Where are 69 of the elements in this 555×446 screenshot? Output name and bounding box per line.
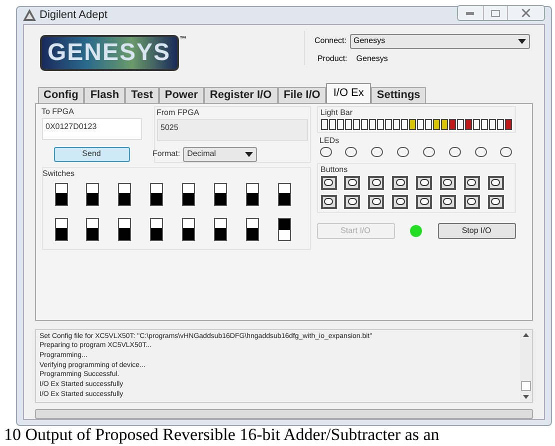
toggle-switch[interactable] [182,218,195,240]
push-button[interactable] [392,194,408,208]
toggle-switch[interactable] [150,218,164,240]
product-label: Product: [317,52,348,64]
toggle-switch[interactable] [118,218,132,240]
connect-dropdown[interactable]: Genesys [350,34,530,48]
tab[interactable]: Register I/O [204,86,278,102]
toggle-switch[interactable] [54,218,68,240]
tab[interactable]: File I/O [278,86,326,102]
tab[interactable]: Test [125,86,159,102]
window-title: Digilent Adept [40,8,108,23]
toggle-switch[interactable] [214,182,227,206]
toggle-switch[interactable] [54,182,68,206]
scroll-down-icon[interactable] [522,394,528,398]
push-button[interactable] [368,194,384,208]
push-button[interactable] [416,194,432,208]
push-button[interactable] [488,176,504,190]
scroll-thumb[interactable] [520,380,530,390]
light-bar-label: Light Bar [320,106,354,118]
product-value: Genesys [356,52,388,64]
toggle-switch[interactable] [278,218,291,240]
buttons-label: Buttons [320,164,349,176]
app-logo-icon [22,9,36,22]
push-button[interactable] [488,194,504,208]
push-button[interactable] [344,176,360,190]
toggle-switch[interactable] [182,182,195,206]
from-fpga-label: From FPGA [156,106,200,118]
push-button[interactable] [320,194,336,208]
toggle-switch[interactable] [214,218,227,240]
push-button[interactable] [440,194,456,208]
push-button[interactable] [392,176,408,190]
toggle-switch[interactable] [86,218,100,240]
toggle-switch[interactable] [118,182,132,206]
close-icon [522,9,530,18]
scroll-up-icon[interactable] [522,332,528,336]
genesys-logo: GENESYS [40,34,179,70]
dropdown-caret-icon [245,152,254,156]
toggle-switch[interactable] [150,182,164,206]
tab[interactable]: Power [158,86,204,102]
connect-label: Connect: [314,35,346,47]
figure-caption: 10 Output of Proposed Reversible 16-bit Adder/Subtracter as an [4,426,440,444]
toggle-switch[interactable] [246,218,259,240]
stop-io-button[interactable]: Stop I/O [438,222,516,238]
scrollbar[interactable] [520,330,532,402]
minimize-icon [466,12,474,15]
push-button[interactable] [344,194,360,208]
tab[interactable]: Settings [370,86,426,102]
format-dropdown[interactable]: Decimal [183,146,258,162]
tab[interactable]: I/O Ex [326,82,371,102]
push-button[interactable] [464,194,480,208]
to-fpga-label: To FPGA [42,106,75,118]
from-fpga-field: 5025 [156,118,308,140]
push-button[interactable] [416,176,432,190]
push-button[interactable] [440,176,456,190]
toggle-switch[interactable] [246,182,259,206]
toggle-switch[interactable] [86,182,100,206]
maximize-icon [490,10,500,17]
push-button[interactable] [368,176,384,190]
switches-label: Switches [42,168,76,180]
tab[interactable]: Flash [84,86,126,102]
send-button[interactable]: Send [54,146,130,162]
push-button[interactable] [320,176,336,190]
tab[interactable]: Config [38,86,84,102]
dropdown-caret-icon [518,38,526,44]
toggle-switch[interactable] [278,182,291,206]
leds-label: LEDs [318,134,340,146]
to-fpga-field[interactable]: 0X0127D0123 [42,118,142,140]
push-button[interactable] [464,176,480,190]
format-label: Format: [152,148,180,160]
